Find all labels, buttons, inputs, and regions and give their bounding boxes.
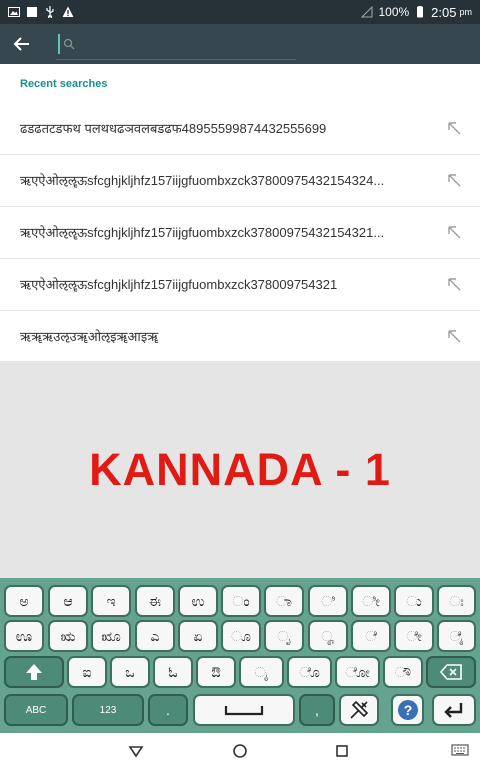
- recent-search-text: ऋएऐओऌॡऊsfcghjkljhfz157iijgfuombxzck37800…: [20, 277, 338, 292]
- recent-search-text: ऋएऐओऌॡऊsfcghjkljhfz157iijgfuombxzck37800…: [20, 225, 385, 240]
- enter-key[interactable]: [432, 694, 476, 726]
- battery-percent: 100%: [378, 5, 410, 19]
- recent-search-item[interactable]: ऋएऐओऌॡऊsfcghjkljhfz157iijgfuombxzck37800…: [0, 259, 480, 311]
- settings-key[interactable]: [339, 694, 379, 726]
- backspace-key[interactable]: [426, 656, 476, 688]
- key-ai[interactable]: ಐ: [67, 656, 107, 688]
- recent-searches-list: ढडढतटडफथ पलथधढञवलबडढफ4895559987443255569…: [0, 103, 480, 362]
- key-oo[interactable]: ಓ: [153, 656, 193, 688]
- navigation-bar: [0, 733, 480, 768]
- tools-icon: [350, 700, 369, 719]
- status-bar: 100% 2:05 pm: [0, 0, 480, 24]
- arrow-back-icon: [13, 37, 29, 51]
- space-key[interactable]: [193, 694, 295, 726]
- white-square-notification-icon: [27, 7, 37, 17]
- key-sign-vocalic-rr[interactable]: ೄ: [308, 620, 348, 652]
- key-sign-vocalic-r[interactable]: ೃ: [264, 620, 304, 652]
- help-key[interactable]: ?: [391, 694, 424, 726]
- key-u[interactable]: ಉ: [178, 585, 218, 617]
- recent-search-item[interactable]: ऋॠऋउऌउॠओऌइॠआइॠ: [0, 311, 480, 362]
- key-sign-ii[interactable]: ೀ: [351, 585, 391, 617]
- numbers-key[interactable]: 123: [72, 694, 144, 726]
- usb-icon: [46, 6, 54, 18]
- recent-search-text: ऋॠऋउऌउॠओऌइॠआइॠ: [20, 329, 159, 344]
- clock-time: 2:05: [431, 4, 457, 20]
- key-sign-ee[interactable]: ೇ: [394, 620, 434, 652]
- period-key[interactable]: .: [148, 694, 188, 726]
- clock-ampm: pm: [459, 7, 472, 17]
- back-button[interactable]: [0, 24, 44, 64]
- help-icon: ?: [397, 700, 418, 720]
- arrow-up-left-icon[interactable]: [446, 172, 462, 188]
- gallery-notification-icon: [8, 7, 20, 17]
- banner-title: KANNADA - 1: [89, 443, 391, 495]
- triangle-back-icon: [128, 746, 144, 758]
- key-vocalic-rr[interactable]: ೠ: [91, 620, 131, 652]
- key-sign-e[interactable]: ೆ: [351, 620, 391, 652]
- key-e[interactable]: ಎ: [135, 620, 175, 652]
- key-uu[interactable]: ಊ: [4, 620, 44, 652]
- shift-arrow-icon: [26, 664, 42, 680]
- key-sign-au[interactable]: ೌ: [383, 656, 423, 688]
- warning-icon: [62, 6, 74, 17]
- arrow-up-left-icon[interactable]: [446, 276, 462, 292]
- text-cursor: [58, 34, 60, 54]
- recent-search-item[interactable]: ढडढतटडफथ पलथधढञवलबडढफ4895559987443255569…: [0, 103, 480, 155]
- key-sign-ai[interactable]: ೈ: [437, 620, 476, 652]
- nav-keyboard-switch-button[interactable]: [448, 739, 472, 763]
- backspace-icon: [440, 664, 462, 680]
- keyboard-language-banner: KANNADA - 1: [0, 361, 480, 578]
- key-ai-length-mark[interactable]: ೖ: [239, 656, 284, 688]
- app-bar: [0, 24, 480, 64]
- key-anusvara[interactable]: ಂ: [221, 585, 261, 617]
- key-a[interactable]: ಅ: [4, 585, 44, 617]
- key-visarga[interactable]: ಃ: [437, 585, 476, 617]
- shift-key[interactable]: [4, 656, 64, 688]
- nav-recents-button[interactable]: [330, 739, 354, 763]
- key-sign-oo[interactable]: ೋ: [335, 656, 380, 688]
- arrow-up-left-icon[interactable]: [446, 120, 462, 136]
- comma-key[interactable]: ,: [299, 694, 335, 726]
- search-icon: [63, 38, 75, 50]
- key-sign-uu[interactable]: ೂ: [221, 620, 261, 652]
- abc-key[interactable]: ABC: [4, 694, 68, 726]
- search-box[interactable]: [56, 29, 296, 60]
- key-au[interactable]: ಔ: [196, 656, 236, 688]
- arrow-up-left-icon[interactable]: [446, 224, 462, 240]
- arrow-up-left-icon[interactable]: [446, 328, 462, 344]
- kannada-keyboard: ಅ ಆ ಇ ಈ ಉ ಂ ಾ ಿ ೀ ು ಃ ಊ ಋ ೠ ಎ ಏ ೂ ೃ ೄ ೆ …: [0, 578, 480, 733]
- key-ii[interactable]: ಈ: [135, 585, 175, 617]
- nav-home-button[interactable]: [228, 739, 252, 763]
- nav-back-button[interactable]: [124, 739, 148, 763]
- search-input[interactable]: [75, 34, 281, 54]
- recent-search-item[interactable]: ऋएऐओऌॡऊsfcghjkljhfz157iijgfuombxzck37800…: [0, 155, 480, 207]
- space-bar-icon: [224, 706, 264, 716]
- circle-home-icon: [233, 744, 247, 758]
- svg-text:?: ?: [403, 702, 412, 718]
- key-aa[interactable]: ಆ: [48, 585, 88, 617]
- key-vocalic-r[interactable]: ಋ: [48, 620, 88, 652]
- recent-searches-header: Recent searches: [20, 78, 108, 90]
- key-sign-aa[interactable]: ಾ: [264, 585, 304, 617]
- keyboard-icon: [451, 744, 469, 756]
- key-sign-i[interactable]: ಿ: [308, 585, 348, 617]
- key-sign-u[interactable]: ು: [394, 585, 434, 617]
- battery-icon: [417, 6, 424, 18]
- key-sign-o[interactable]: ೊ: [287, 656, 332, 688]
- recent-search-item[interactable]: ऋएऐओऌॡऊsfcghjkljhfz157iijgfuombxzck37800…: [0, 207, 480, 259]
- square-recents-icon: [336, 745, 348, 757]
- key-ee[interactable]: ಏ: [178, 620, 218, 652]
- key-o[interactable]: ಒ: [110, 656, 150, 688]
- enter-arrow-icon: [444, 703, 463, 718]
- recent-search-text: ढडढतटडफथ पलथधढञवलबडढफ4895559987443255569…: [20, 121, 327, 136]
- key-i[interactable]: ಇ: [91, 585, 131, 617]
- recent-search-text: ऋएऐओऌॡऊsfcghjkljhfz157iijgfuombxzck37800…: [20, 173, 385, 188]
- signal-icon: [361, 6, 373, 18]
